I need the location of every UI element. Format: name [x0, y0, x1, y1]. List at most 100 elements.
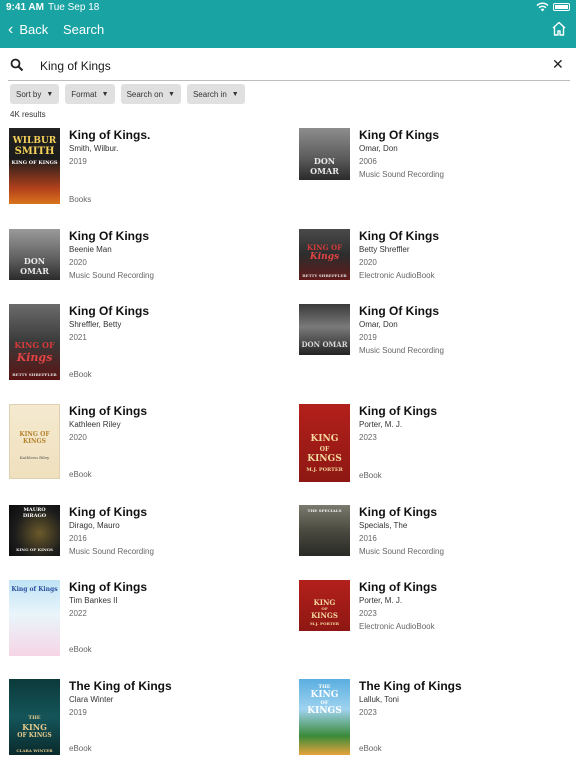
cover-text: THE SPECIALS — [307, 508, 342, 513]
result-info: King Of Kings Shreffler, Betty 2021 — [69, 304, 289, 344]
sort-by-button[interactable]: Sort by ▼ — [10, 84, 60, 104]
nav-bar: ‹ Back Search — [0, 14, 576, 48]
result-item[interactable]: KING OF Kings BETTY SHREFFLER King Of Ki… — [9, 304, 289, 384]
album-cover: DON OMAR — [9, 229, 60, 280]
result-item[interactable]: DON OMAR King Of Kings Omar, Don 2006 Mu… — [299, 128, 569, 188]
cover-text: Kathleen Riley — [19, 455, 50, 460]
book-cover: King of Kings — [9, 580, 60, 656]
filter-label: Sort by — [16, 89, 42, 99]
book-cover: THE KING OF KINGS — [299, 679, 350, 755]
status-bar: 9:41 AM Tue Sep 18 — [0, 0, 576, 14]
book-cover: KING OF KINGS M.J. PORTER — [299, 580, 350, 631]
result-info: King of Kings Porter, M. J. 2023 — [359, 404, 576, 444]
result-title: King of Kings — [69, 580, 147, 594]
result-info: The King of Kings Clara Winter 2019 — [69, 679, 289, 719]
home-icon[interactable] — [550, 20, 568, 38]
result-author: Beenie Man — [69, 245, 112, 254]
result-author: Betty Shreffler — [359, 245, 410, 254]
cover-text: KING OF — [14, 340, 55, 350]
result-year: 2021 — [69, 333, 87, 342]
filter-label: Search in — [192, 89, 227, 99]
result-title: King Of Kings — [359, 304, 439, 318]
result-info: King Of Kings Betty Shreffler 2020 Elect… — [359, 229, 576, 282]
book-cover: KING OF Kings BETTY SHREFFLER — [299, 229, 350, 280]
result-format: eBook — [359, 744, 382, 753]
result-year: 2006 — [359, 157, 377, 166]
result-year: 2019 — [69, 157, 87, 166]
clear-icon[interactable]: ✕ — [552, 56, 564, 73]
result-format: Music Sound Recording — [69, 547, 154, 556]
result-author: Omar, Don — [359, 144, 398, 153]
cover-text: OF — [319, 446, 330, 453]
result-author: Shreffler, Betty — [69, 320, 122, 329]
search-on-filter-button[interactable]: Search on ▼ — [120, 84, 181, 104]
result-format: Books — [69, 195, 92, 204]
result-year: 2023 — [359, 433, 377, 442]
result-year: 2016 — [359, 534, 377, 543]
result-format: eBook — [69, 744, 92, 753]
result-info: King Of Kings Beenie Man 2020 Music Soun… — [69, 229, 289, 282]
cover-text: Kings — [309, 252, 340, 262]
cover-text: CLARA WINTER — [16, 748, 53, 753]
result-title: King of Kings — [359, 580, 437, 594]
battery-icon — [553, 3, 570, 11]
album-cover: DON OMAR — [299, 304, 350, 355]
search-icon — [10, 58, 24, 72]
result-item[interactable]: THE KING OF KINGS CLARA WINTER The King … — [9, 679, 289, 759]
album-cover: MAURO DIRAGO KING OF KINGS — [9, 505, 60, 556]
cover-text: OF KINGS — [17, 732, 52, 739]
result-author: Tim Bankes II — [69, 596, 118, 605]
caret-down-icon: ▼ — [101, 90, 109, 98]
result-format: Electronic AudioBook — [359, 622, 435, 631]
result-title: The King of Kings — [359, 679, 462, 693]
cover-text: KINGS — [307, 454, 342, 464]
result-info: King Of Kings Omar, Don 2019 Music Sound… — [359, 304, 576, 357]
result-item[interactable]: KING OF KINGS M.J. PORTER King of Kings … — [299, 404, 569, 484]
result-item[interactable]: THE SPECIALS King of Kings Specials, The… — [299, 505, 569, 561]
result-count: 4K results — [10, 110, 46, 119]
search-input[interactable] — [40, 56, 520, 76]
cover-text: KING OF KINGS — [19, 431, 50, 445]
result-year: 2020 — [69, 258, 87, 267]
filter-label: Search on — [126, 89, 164, 99]
result-info: The King of Kings Lalluk, Toni 2023 — [359, 679, 576, 719]
format-filter-button[interactable]: Format ▼ — [65, 84, 115, 104]
search-in-filter-button[interactable]: Search in ▼ — [186, 84, 245, 104]
result-format: Music Sound Recording — [359, 170, 444, 179]
result-item[interactable]: WILBUR SMITH KING OF KINGS King of Kings… — [9, 128, 289, 208]
result-info: King of Kings Specials, The 2016 Music S… — [359, 505, 576, 558]
result-item[interactable]: KING OF Kings BETTY SHREFFLER King Of Ki… — [299, 229, 569, 285]
result-format: eBook — [69, 645, 92, 654]
result-info: King Of Kings Omar, Don 2006 Music Sound… — [359, 128, 576, 181]
cover-text: BETTY SHREFFLER — [302, 273, 347, 278]
result-item[interactable]: DON OMAR King Of Kings Omar, Don 2019 Mu… — [299, 304, 569, 360]
status-date: Tue Sep 18 — [48, 2, 100, 13]
cover-text: Kings — [16, 351, 53, 364]
cover-text: King of Kings — [11, 586, 58, 593]
cover-text: DON OMAR — [301, 340, 348, 349]
result-item[interactable]: DON OMAR King Of Kings Beenie Man 2020 M… — [9, 229, 289, 285]
result-info: King of Kings. Smith, Wilbur. 2019 — [69, 128, 289, 168]
result-item[interactable]: KING OF KINGS M.J. PORTER King of Kings … — [299, 580, 569, 636]
result-info: King of Kings Porter, M. J. 2023 Electro… — [359, 580, 576, 633]
result-item[interactable]: MAURO DIRAGO KING OF KINGS King of Kings… — [9, 505, 289, 561]
result-item[interactable]: King of Kings King of Kings Tim Bankes I… — [9, 580, 289, 660]
result-format: eBook — [69, 470, 92, 479]
cover-text: BETTY SHREFFLER — [12, 372, 57, 377]
cover-text: KING OF — [306, 243, 343, 252]
caret-down-icon: ▼ — [46, 90, 54, 98]
book-cover: KING OF Kings BETTY SHREFFLER — [9, 304, 60, 380]
result-item[interactable]: THE KING OF KINGS The King of Kings Lall… — [299, 679, 569, 759]
back-button[interactable]: ‹ Back — [8, 21, 48, 37]
result-author: Specials, The — [359, 521, 408, 530]
book-cover: THE KING OF KINGS CLARA WINTER — [9, 679, 60, 755]
book-cover: KING OF KINGS M.J. PORTER — [299, 404, 350, 482]
result-year: 2016 — [69, 534, 87, 543]
result-title: King Of Kings — [69, 229, 149, 243]
result-item[interactable]: KING OF KINGS Kathleen Riley King of Kin… — [9, 404, 289, 484]
book-cover: KING OF KINGS Kathleen Riley — [9, 404, 60, 479]
result-author: Omar, Don — [359, 320, 398, 329]
cover-text: KING OF KINGS — [11, 160, 58, 166]
search-bar: ✕ — [8, 54, 570, 81]
result-title: King of Kings — [69, 505, 147, 519]
